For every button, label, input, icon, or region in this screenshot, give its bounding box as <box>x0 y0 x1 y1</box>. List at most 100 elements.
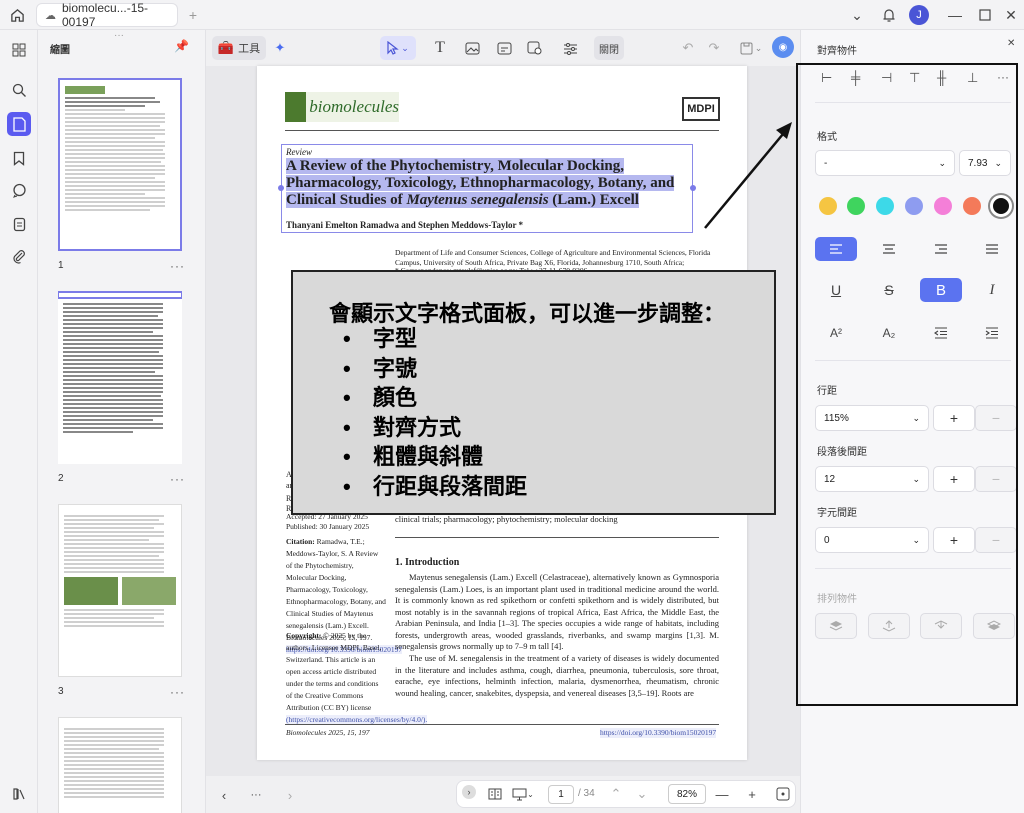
reading-mode-icon[interactable] <box>484 782 506 806</box>
collapse-arrow-icon[interactable]: › <box>462 785 476 799</box>
thumbnail-page-3[interactable] <box>58 504 182 677</box>
citation-label: Citation: <box>286 537 315 546</box>
watermark-tool-icon[interactable] <box>522 36 546 60</box>
search-icon[interactable] <box>7 78 31 102</box>
callout-item: 字號 <box>343 354 527 384</box>
chevron-down-icon[interactable]: ⌄ <box>848 6 866 24</box>
link-tool-icon[interactable] <box>492 36 516 60</box>
callout-item: 字型 <box>343 324 527 354</box>
ai-sparkle-icon[interactable]: ✦ <box>268 36 292 60</box>
maximize-icon[interactable] <box>976 6 994 24</box>
undo-icon[interactable]: ↶ <box>678 36 698 60</box>
title-text-part2: (Lam.) Excell <box>548 192 639 208</box>
presentation-icon[interactable]: ⌄ <box>512 782 534 806</box>
page-up-icon[interactable]: ⌃ <box>606 782 626 806</box>
save-icon[interactable]: ⌄ <box>736 36 766 60</box>
intro-paragraph-2: The use of M. senegalensis in the treatm… <box>395 653 719 698</box>
pin-icon[interactable]: 📌 <box>174 39 189 53</box>
comment-icon[interactable] <box>7 178 31 202</box>
citation-text: Ramadwa, T.E.; Meddows-Taylor, S. A Revi… <box>286 537 386 642</box>
copyright-text: © 2025 by the authors. Licensee MDPI, Ba… <box>286 631 382 712</box>
copyright-block: Copyright: © 2025 by the authors. Licens… <box>286 630 428 726</box>
redo-icon[interactable]: ↷ <box>704 36 724 60</box>
callout-item: 行距與段落間距 <box>343 472 527 502</box>
thumbnail-page-number: 2 <box>58 473 64 484</box>
thumbnail-page-1[interactable] <box>58 78 182 251</box>
settings-sliders-icon[interactable] <box>558 36 582 60</box>
main-toolbar: 🧰 工具 ✦ ⌄ T 關閉 ↶ ↷ ⌄ ◉ <box>206 30 800 66</box>
tab-title: biomolecu...-15-00197 <box>62 1 149 29</box>
bookmark-icon[interactable] <box>7 146 31 170</box>
image-tool-icon[interactable] <box>460 36 484 60</box>
document-tab[interactable]: ☁ biomolecu...-15-00197 <box>36 1 178 29</box>
review-label: Review <box>286 147 312 157</box>
copyright-label: Copyright: <box>286 631 322 640</box>
annotation-callout: 會顯示文字格式面板，可以進一步調整： 字型 字號 顏色 對齊方式 粗體與斜體 行… <box>291 270 776 515</box>
thumbnail-page-2[interactable] <box>58 291 182 464</box>
next-arrow-icon[interactable]: › <box>280 783 300 807</box>
thumbnail-more-icon[interactable]: ··· <box>170 472 185 486</box>
minimize-icon[interactable]: — <box>946 6 964 24</box>
selection-handle-left[interactable] <box>278 185 284 191</box>
intro-paragraph-1: Maytenus senegalensis (Lam.) Excell (Cel… <box>395 572 719 651</box>
fit-page-icon[interactable] <box>772 782 794 806</box>
page-number-input[interactable]: 1 <box>548 785 574 804</box>
more-pages-ellipsis[interactable]: ··· <box>246 783 266 807</box>
callout-item: 對齊方式 <box>343 413 527 443</box>
footer-rule <box>285 724 719 725</box>
zoom-in-icon[interactable]: + <box>742 782 762 806</box>
footer-journal: Biomolecules 2025, 15, 197 <box>286 728 370 737</box>
title-bar: ☁ biomolecu...-15-00197 + ⌄ J — ✕ <box>0 0 1024 30</box>
journal-name: biomolecules <box>309 97 399 116</box>
thumbnail-more-icon[interactable]: ··· <box>170 259 185 273</box>
zoom-out-icon[interactable]: — <box>712 782 732 806</box>
thumbnail-page-4[interactable] <box>58 717 182 813</box>
thumbnails-title: 縮圖 <box>50 45 70 56</box>
new-tab-icon[interactable]: + <box>184 6 202 24</box>
toolbox-icon: 🧰 <box>217 40 235 55</box>
document-icon[interactable] <box>7 212 31 236</box>
home-icon[interactable] <box>8 6 26 24</box>
thumbnail-more-icon[interactable]: ··· <box>170 685 185 699</box>
panel-title: 對齊物件 <box>817 46 857 57</box>
attachment-icon[interactable] <box>7 244 31 268</box>
copyright-link[interactable]: (https://creativecommons.org/licenses/by… <box>286 715 428 724</box>
intro-heading: 1. Introduction <box>395 557 460 568</box>
thumbnail-page-number: 3 <box>58 686 64 697</box>
prev-arrow-icon[interactable]: ‹ <box>214 783 234 807</box>
edit-pages-icon[interactable] <box>7 112 31 136</box>
bell-icon[interactable] <box>880 6 898 24</box>
callout-list: 字型 字號 顏色 對齊方式 粗體與斜體 行距與段落間距 <box>343 324 527 501</box>
callout-item: 粗體與斜體 <box>343 442 527 472</box>
ai-assistant-icon[interactable]: ◉ <box>772 36 794 58</box>
select-tool-button[interactable]: ⌄ <box>380 36 416 60</box>
callout-item: 顏色 <box>343 383 527 413</box>
annotation-arrow <box>704 122 792 229</box>
tools-label: 工具 <box>238 43 261 55</box>
page-down-icon[interactable]: ⌄ <box>632 782 652 806</box>
close-panel-icon[interactable]: ✕ <box>1007 38 1015 49</box>
avatar[interactable]: J <box>909 5 929 25</box>
grid-icon[interactable] <box>7 38 31 62</box>
journal-logo: biomolecules <box>285 92 399 122</box>
tools-button[interactable]: 🧰 工具 <box>212 36 266 60</box>
section-rule <box>395 537 719 538</box>
footer-doi-link[interactable]: https://doi.org/10.3390/biom15020197 <box>600 728 717 739</box>
text-tool-icon[interactable]: T <box>428 36 452 60</box>
journal-logo-icon <box>285 92 307 122</box>
title-species: Maytenus senegalensis <box>406 192 549 208</box>
cloud-icon: ☁ <box>45 9 56 22</box>
highlight-rectangle <box>796 63 1018 706</box>
authors-line: Thanyani Emelton Ramadwa and Stephen Med… <box>286 220 524 230</box>
library-icon[interactable] <box>7 782 31 806</box>
panel-grip-icon: ··· <box>114 30 124 41</box>
published-date: Published: 30 January 2025 <box>286 522 370 531</box>
bottom-bar: ‹ ··· › 2 of 34 › ⌄ 1 / 34 ⌃ ⌄ 82% — + <box>206 776 800 813</box>
close-edit-button[interactable]: 關閉 <box>594 36 624 60</box>
header-rule <box>285 130 719 131</box>
thumbnail-panel: ··· 縮圖 📌 1 ··· 2 ··· 3 ··· <box>38 30 206 813</box>
left-rail <box>0 30 38 813</box>
article-title[interactable]: A Review of the Phytochemistry, Molecula… <box>286 158 696 209</box>
zoom-input[interactable]: 82% <box>668 784 706 804</box>
close-window-icon[interactable]: ✕ <box>1002 6 1020 24</box>
